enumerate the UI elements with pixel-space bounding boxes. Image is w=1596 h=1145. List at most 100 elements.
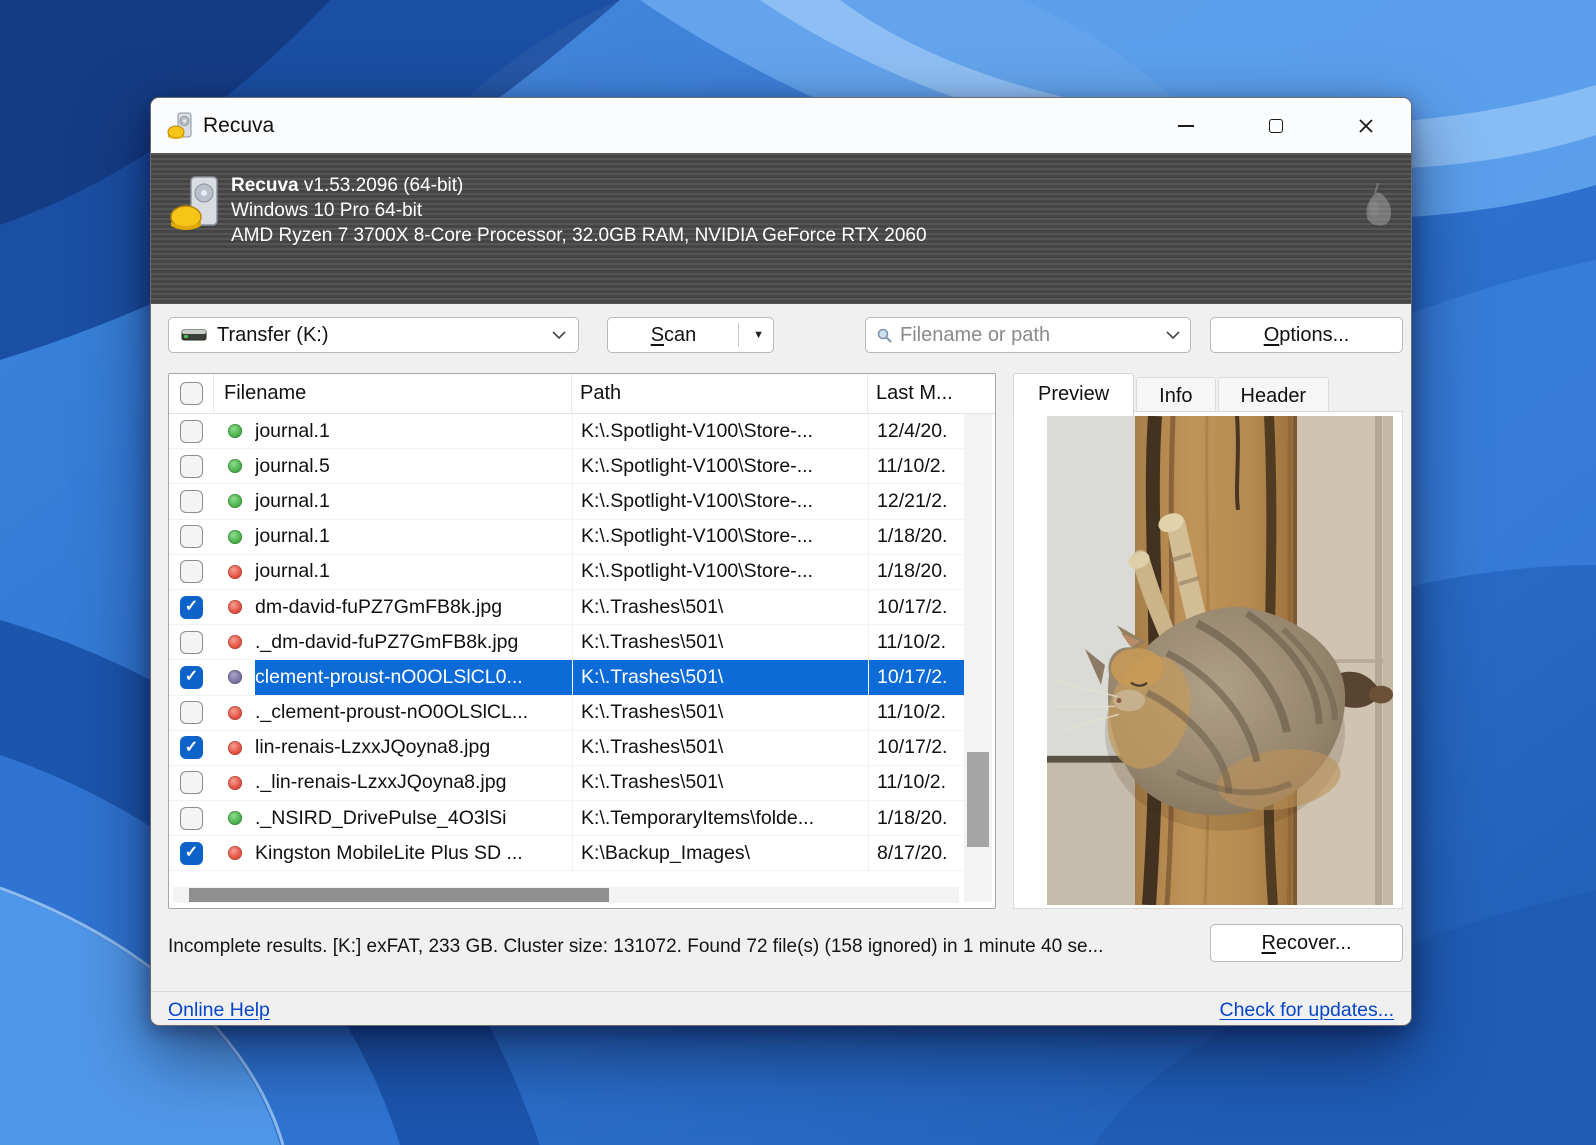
check-for-updates-link[interactable]: Check for updates... (1219, 999, 1394, 1022)
recover-button[interactable]: Recover... (1210, 924, 1403, 962)
table-header: Filename Path Last M... (169, 374, 995, 414)
table-row[interactable]: journal.1 K:\.Spotlight-V100\Store-... 1… (169, 414, 964, 450)
table-row-selected[interactable]: clement-proust-nO0OLSlCL0... K:\.Trashes… (169, 660, 964, 696)
scan-button[interactable]: Scan ▼ (607, 317, 774, 353)
column-header-last-modified[interactable]: Last M... (868, 382, 995, 405)
table-row[interactable]: Kingston MobileLite Plus SD ... K:\Backu… (169, 836, 964, 872)
row-checkbox[interactable] (180, 454, 203, 478)
column-header-filename[interactable]: Filename (214, 374, 572, 413)
file-path[interactable]: K:\.Trashes\501\ (572, 589, 868, 625)
file-date[interactable]: 11/10/2. (868, 765, 964, 801)
file-path[interactable]: K:\.Spotlight-V100\Store-... (572, 554, 868, 589)
table-row[interactable]: ._NSIRD_DrivePulse_4O3lSi K:\.TemporaryI… (169, 801, 964, 837)
file-name[interactable]: ._dm-david-fuPZ7GmFB8k.jpg (255, 625, 572, 659)
scan-split-divider (738, 323, 739, 347)
file-name[interactable]: Kingston MobileLite Plus SD ... (255, 836, 572, 870)
file-path[interactable]: K:\.TemporaryItems\folde... (572, 801, 868, 836)
search-box[interactable] (865, 317, 1191, 353)
close-button[interactable] (1321, 98, 1411, 153)
row-checkbox[interactable] (180, 665, 203, 689)
row-checkbox[interactable] (180, 525, 203, 549)
scan-label-accel: S (650, 323, 665, 346)
table-row[interactable]: ._lin-renais-LzxxJQoyna8.jpg K:\.Trashes… (169, 765, 964, 802)
vertical-scrollbar[interactable] (964, 414, 992, 902)
maximize-button[interactable] (1231, 98, 1321, 153)
minimize-button[interactable] (1141, 98, 1231, 153)
file-name[interactable]: clement-proust-nO0OLSlCL0... (255, 660, 572, 695)
search-input[interactable] (900, 323, 1166, 347)
file-path[interactable]: K:\.Spotlight-V100\Store-... (572, 414, 868, 449)
row-checkbox[interactable] (180, 560, 203, 584)
file-date[interactable]: 1/18/20. (868, 801, 964, 836)
drive-selector[interactable]: Transfer (K:) (168, 317, 579, 353)
file-path[interactable]: K:\.Trashes\501\ (572, 695, 868, 730)
row-checkbox[interactable] (180, 489, 203, 513)
row-checkbox[interactable] (180, 771, 203, 795)
row-checkbox[interactable] (180, 701, 203, 725)
table-row[interactable]: journal.1 K:\.Spotlight-V100\Store-... 1… (169, 554, 964, 590)
vertical-scrollbar-thumb[interactable] (967, 752, 989, 847)
table-row[interactable]: ._dm-david-fuPZ7GmFB8k.jpg K:\.Trashes\5… (169, 625, 964, 661)
file-name[interactable]: ._NSIRD_DrivePulse_4O3lSi (255, 801, 572, 835)
scan-dropdown-arrow[interactable]: ▼ (753, 318, 764, 352)
file-path[interactable]: K:\Backup_Images\ (572, 836, 868, 871)
file-name[interactable]: ._lin-renais-LzxxJQoyna8.jpg (255, 766, 572, 800)
row-checkbox[interactable] (180, 630, 203, 654)
file-date[interactable]: 11/10/2. (868, 625, 964, 660)
file-date[interactable]: 12/4/20. (868, 414, 964, 449)
file-name[interactable]: journal.1 (255, 520, 572, 554)
row-checkbox[interactable] (180, 595, 203, 619)
file-name[interactable]: ._clement-proust-nO0OLSlCL... (255, 696, 572, 730)
file-name[interactable]: journal.1 (255, 414, 572, 448)
search-icon (877, 328, 892, 343)
close-icon (1359, 118, 1373, 133)
file-date[interactable]: 1/18/20. (868, 554, 964, 589)
file-date[interactable]: 10/17/2. (868, 730, 964, 765)
file-path[interactable]: K:\.Trashes\501\ (572, 660, 868, 695)
desktop-wallpaper: Recuva Recuva v1.53.2096 (64-bit) Window… (0, 0, 1596, 1145)
tab-preview[interactable]: Preview (1013, 373, 1135, 416)
file-path[interactable]: K:\.Spotlight-V100\Store-... (572, 449, 868, 484)
horizontal-scrollbar-thumb[interactable] (189, 888, 609, 902)
recuva-app-icon (167, 112, 192, 139)
file-path[interactable]: K:\.Trashes\501\ (572, 625, 868, 660)
recuva-logo-icon (170, 176, 218, 230)
table-row[interactable]: journal.1 K:\.Spotlight-V100\Store-... 1… (169, 519, 964, 555)
table-row[interactable]: dm-david-fuPZ7GmFB8k.jpg K:\.Trashes\501… (169, 589, 964, 626)
file-status-dot (227, 494, 242, 509)
file-path[interactable]: K:\.Spotlight-V100\Store-... (572, 519, 868, 554)
file-name[interactable]: journal.1 (255, 555, 572, 589)
table-body: journal.1 K:\.Spotlight-V100\Store-... 1… (169, 414, 964, 872)
scan-label: can (664, 323, 697, 346)
file-name[interactable]: journal.5 (255, 449, 572, 483)
file-date[interactable]: 12/21/2. (868, 484, 964, 519)
row-checkbox[interactable] (180, 736, 203, 760)
file-date[interactable]: 10/17/2. (868, 660, 964, 695)
table-row[interactable]: ._clement-proust-nO0OLSlCL... K:\.Trashe… (169, 695, 964, 731)
options-button[interactable]: Options... (1210, 317, 1403, 353)
table-row[interactable]: journal.5 K:\.Spotlight-V100\Store-... 1… (169, 449, 964, 485)
file-path[interactable]: K:\.Trashes\501\ (572, 765, 868, 801)
file-name[interactable]: dm-david-fuPZ7GmFB8k.jpg (255, 590, 572, 624)
file-status-dot (227, 635, 242, 650)
row-checkbox[interactable] (180, 806, 203, 830)
file-path[interactable]: K:\.Trashes\501\ (572, 730, 868, 765)
file-date[interactable]: 8/17/20. (868, 836, 964, 871)
row-checkbox[interactable] (180, 841, 203, 865)
maximize-icon (1269, 118, 1283, 133)
column-header-path[interactable]: Path (572, 374, 868, 413)
table-row[interactable]: lin-renais-LzxxJQoyna8.jpg K:\.Trashes\5… (169, 730, 964, 766)
online-help-link[interactable]: Online Help (168, 999, 270, 1022)
file-name[interactable]: journal.1 (255, 484, 572, 518)
file-path[interactable]: K:\.Spotlight-V100\Store-... (572, 484, 868, 519)
horizontal-scrollbar[interactable] (173, 887, 959, 903)
table-row[interactable]: journal.1 K:\.Spotlight-V100\Store-... 1… (169, 484, 964, 520)
file-date[interactable]: 10/17/2. (868, 589, 964, 625)
file-date[interactable]: 11/10/2. (868, 449, 964, 484)
chevron-down-icon (1166, 330, 1180, 339)
row-checkbox[interactable] (180, 419, 203, 443)
file-name[interactable]: lin-renais-LzxxJQoyna8.jpg (255, 731, 572, 765)
file-date[interactable]: 11/10/2. (868, 695, 964, 730)
select-all-checkbox[interactable] (179, 382, 203, 405)
file-date[interactable]: 1/18/20. (868, 519, 964, 554)
